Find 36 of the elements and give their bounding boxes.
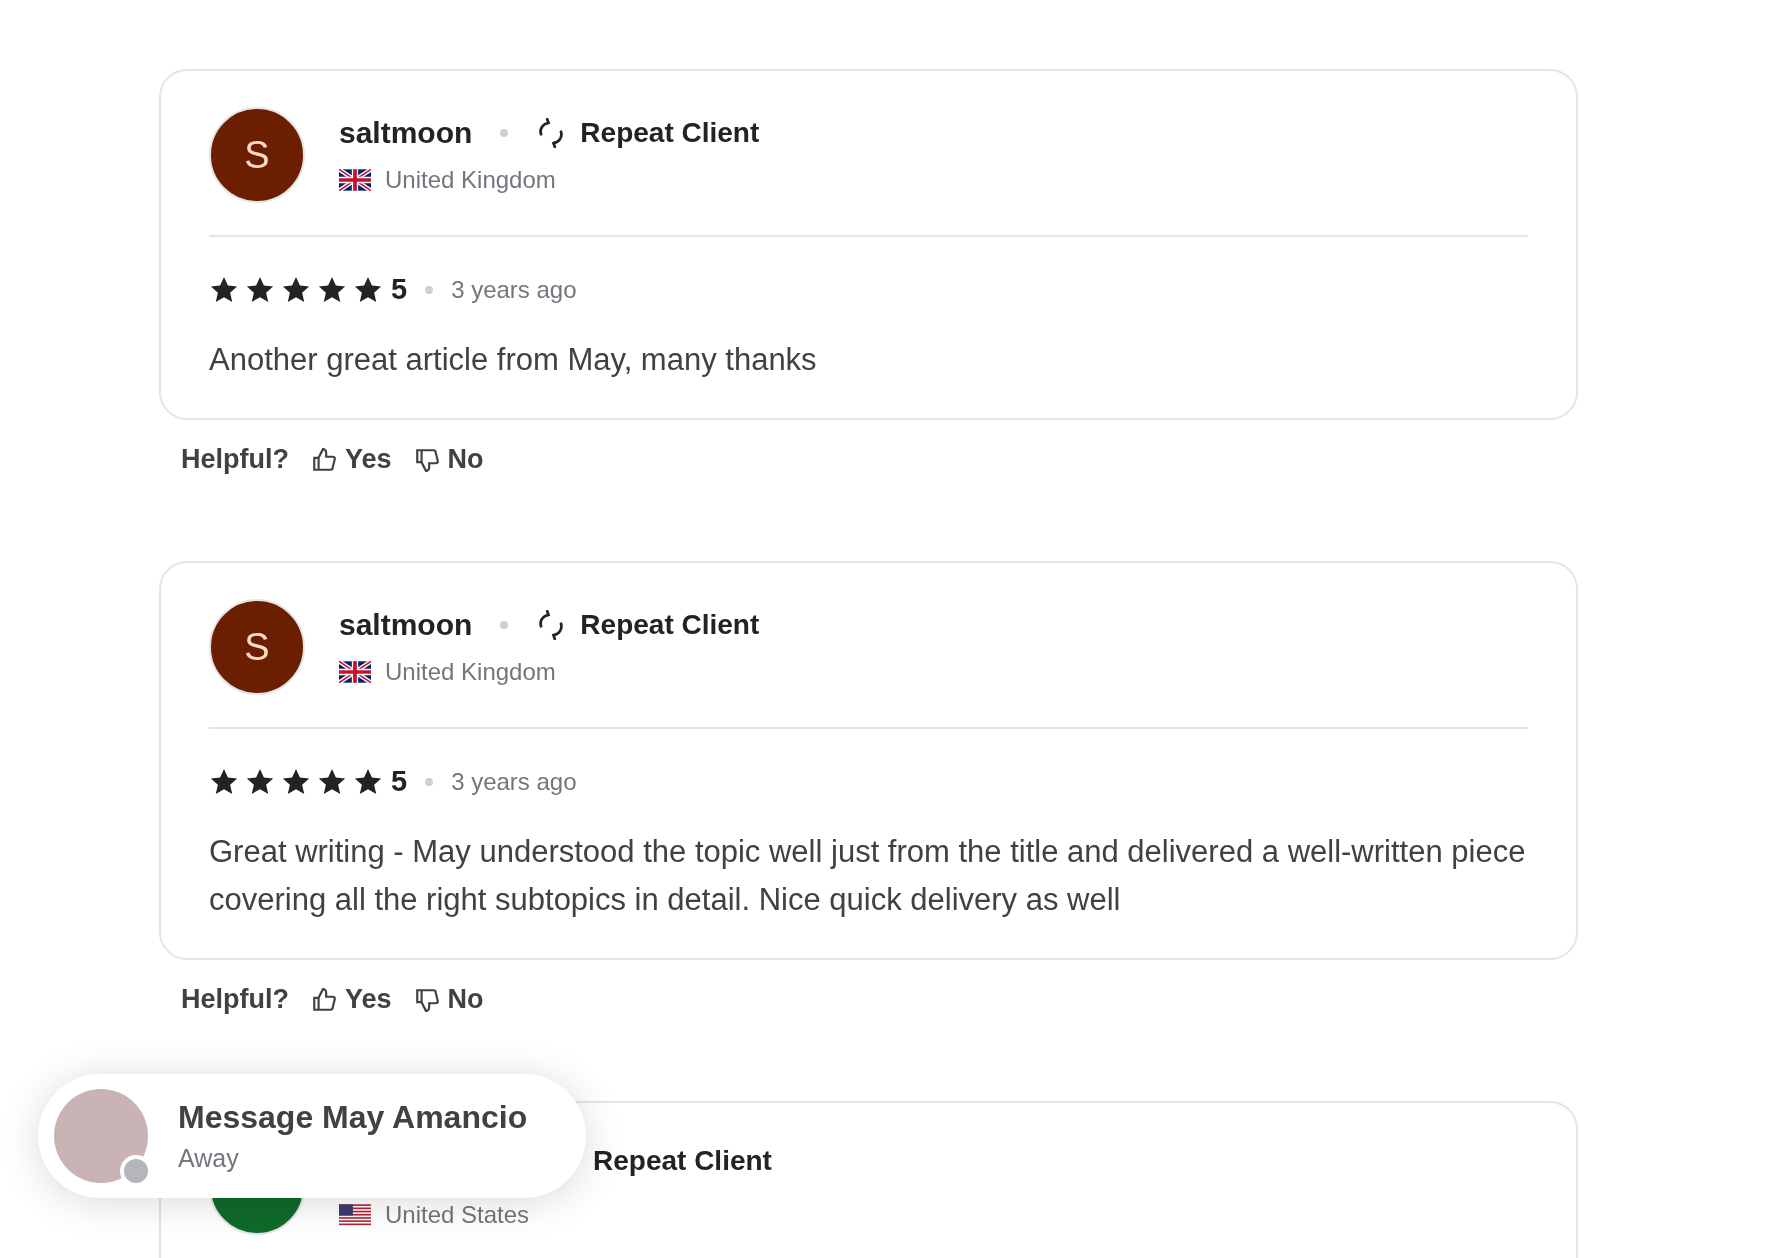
avatar: S [209,599,305,695]
reviewer-name: saltmoon [339,608,473,642]
country-label: United States [385,1201,530,1229]
separator-dot [425,777,434,786]
separator-dot [500,129,509,137]
review-time: 3 years ago [451,767,577,796]
repeat-client-label: Repeat Client [580,609,760,641]
thumbs-up-icon [311,986,337,1013]
thumbs-up-icon [311,446,337,473]
no-button[interactable]: No [413,984,484,1015]
review-text: Another great article from May, many thanks [209,341,818,379]
country-label: United Kingdom [385,658,556,686]
no-button[interactable]: No [413,444,484,475]
thumbs-down-icon [413,446,440,473]
rating-value: 5 [391,765,408,798]
flag-icon [339,1204,371,1226]
separator-dot [500,621,509,629]
review-time: 3 years ago [451,275,577,304]
thumbs-down-icon [413,986,440,1013]
repeat-client-label: Repeat Client [593,1145,772,1177]
repeat-client-label: Repeat Client [580,117,760,149]
reviewer-name: saltmoon [339,116,473,150]
chat-status: Away [178,1144,240,1173]
helpful-label: Helpful? [181,984,289,1015]
separator-dot [425,285,434,294]
review-text: Great writing - May understood the topic well just from the title and delivered a well-written piece covering all the right subtopics in detail. Nice quick delivery as well [209,833,1527,919]
country-label: United Kingdom [385,166,556,194]
chat-title: Message May Amancio [178,1099,528,1136]
flag-icon [339,169,371,191]
rating-value: 5 [391,273,408,306]
avatar: S [209,107,305,203]
flag-icon [339,661,371,683]
yes-button[interactable]: Yes [311,444,392,475]
helpful-label: Helpful? [181,444,289,475]
yes-button[interactable]: Yes [311,984,392,1015]
chat-popup[interactable]: Message May Amancio Away [38,1074,586,1198]
